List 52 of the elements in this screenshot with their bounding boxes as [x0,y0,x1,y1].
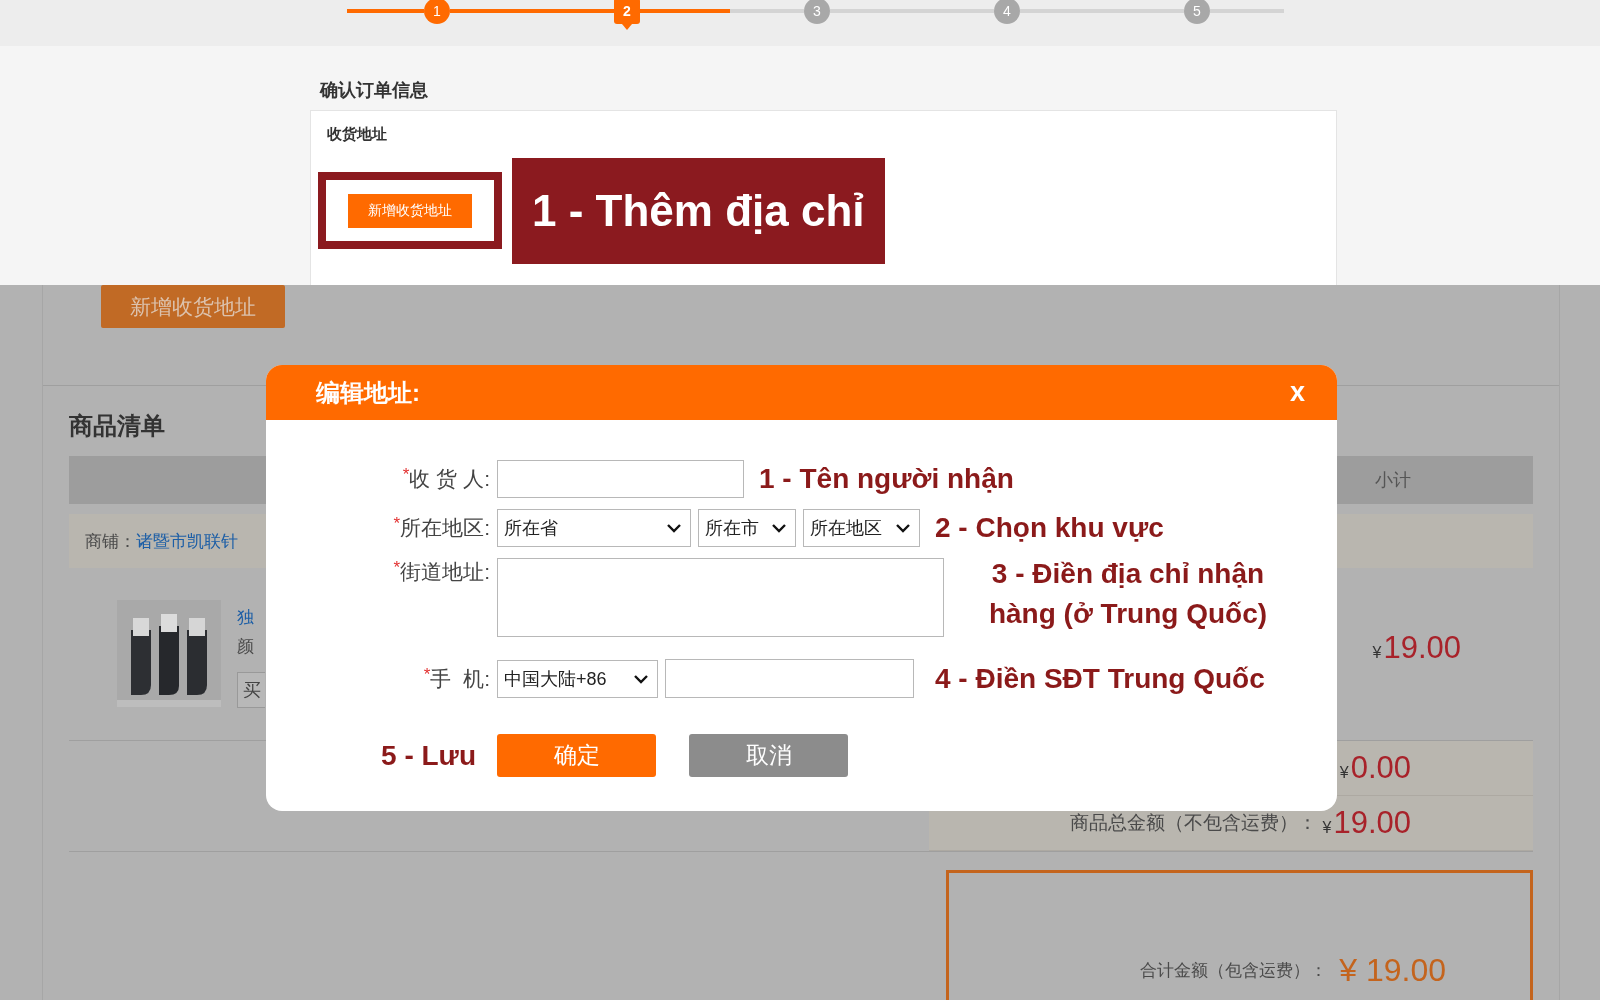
annotation: 1 - Tên người nhận [759,463,1014,495]
annotation: 3 - Điền địa chỉ nhận hàng (ở Trung Quốc) [987,557,1269,631]
grand-total-label: 合计金额（包含运费）： [1140,959,1328,982]
field-label: 所在地区: [400,516,490,539]
product-spec: 颜 [237,636,254,658]
shipping-amount: ¥0.00 [1339,750,1411,786]
goods-total-label: 商品总金额（不包含运费）： [1069,811,1317,835]
section-title: 确认订单信息 [320,79,429,102]
field-label: 手 机: [430,666,490,690]
dialog-title: 编辑地址: [316,377,420,408]
add-address-button[interactable]: 新增收货地址 [348,193,472,228]
callout-banner: 1 - Thêm địa chỉ [512,158,885,264]
address-label: 收货地址 [326,124,388,144]
column-header: 小计 [1375,469,1411,492]
shop-label: 商铺： [85,530,136,553]
input-field[interactable] [497,460,744,498]
grand-total-amount: ¥ 19.00 [1339,951,1446,989]
chevron-icon [666,523,682,533]
input-field[interactable] [497,558,944,637]
step-number: 4 [994,0,1020,24]
cancel-button[interactable]: 取消 [689,734,848,777]
product-price: ¥19.00 [1372,630,1461,666]
section-title: 商品清单 [69,411,166,441]
chevron-icon [771,523,787,533]
chevron-icon [895,523,911,533]
field-label: 街道地址: [400,560,490,583]
field-label: 收 货 人: [409,467,490,490]
step-number: 3 [804,0,830,24]
required-mark: * [393,514,401,533]
shop-link[interactable]: 诸暨市凯联针 [136,529,238,553]
product-link[interactable]: 独 [237,606,254,629]
confirm-button[interactable]: 确定 [497,734,656,777]
dropdown[interactable]: 所在市 [698,509,796,547]
close-button[interactable]: x [1285,377,1309,408]
step-number: 2 [614,0,640,24]
required-mark: * [402,465,410,484]
required-mark: * [423,664,431,684]
dropdown[interactable]: 中国大陆+86 [497,659,658,698]
goods-total-amount: ¥19.00 [1322,805,1411,841]
annotation: 4 - Điền SĐT Trung Quốc [935,662,1265,695]
product-button[interactable]: 买 [237,672,265,708]
required-mark: * [393,558,401,577]
step-number: 1 [424,0,450,24]
annotation: 5 - Lưu [381,739,477,771]
pointer-icon [622,24,632,30]
input-field[interactable] [665,659,914,698]
dropdown[interactable]: 所在地区 [803,509,920,547]
add-address-button[interactable]: 新增收货地址 [101,285,285,328]
dropdown[interactable]: 所在省 [497,509,691,547]
step-number: 5 [1184,0,1210,24]
annotation: 2 - Chọn khu vực [935,512,1164,544]
chevron-icon [633,673,649,684]
